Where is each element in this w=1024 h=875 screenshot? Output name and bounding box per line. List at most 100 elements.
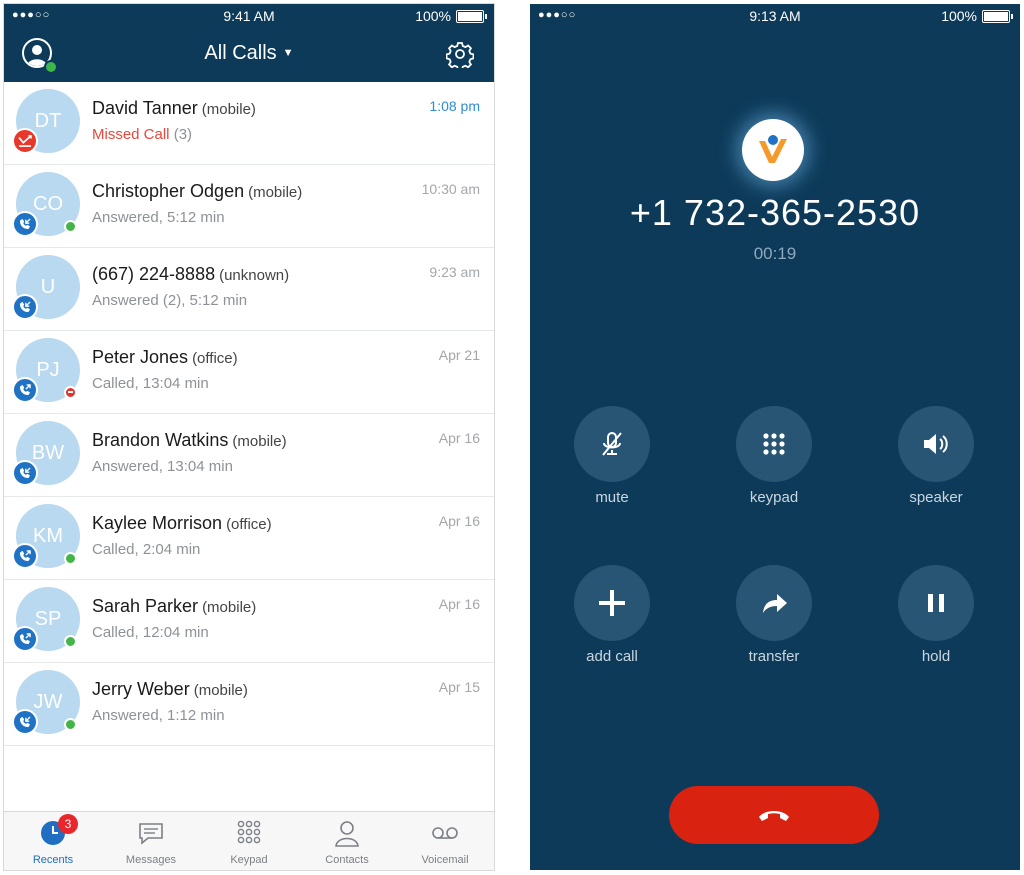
- speaker-button[interactable]: [898, 406, 974, 482]
- keypad-grid-icon: [237, 820, 261, 844]
- phone-type: (office): [192, 350, 238, 367]
- contact-name: Jerry Weber: [92, 679, 190, 699]
- unread-count-badge: 3: [58, 814, 78, 834]
- contact-name-line: (667) 224-8888 (unknown): [92, 264, 289, 285]
- outgoing-call-icon: [19, 550, 31, 562]
- keypad-grid-icon: [763, 433, 785, 455]
- battery-percent: 100%: [941, 8, 977, 24]
- vonage-logo-icon: [759, 135, 787, 163]
- call-detail: Missed Call: [92, 126, 170, 143]
- presence-busy-indicator: [64, 386, 77, 399]
- call-filter-dropdown[interactable]: All Calls ▼: [4, 42, 494, 65]
- phone-type: (mobile): [193, 682, 248, 699]
- presence-available-indicator: [64, 635, 77, 648]
- call-row[interactable]: SP Sarah Parker (mobile) Called, 12:04 min A…: [4, 580, 494, 663]
- add-call-label: add call: [586, 648, 638, 665]
- call-detail: Answered, 1:12 min: [92, 707, 225, 724]
- keypad-control: keypad: [719, 406, 829, 506]
- mute-control: mute: [557, 406, 667, 506]
- call-detail: Answered, 13:04 min: [92, 458, 233, 475]
- call-row[interactable]: JW Jerry Weber (mobile) Answered, 1:12 min A…: [4, 663, 494, 746]
- tab-label: Voicemail: [421, 854, 469, 866]
- tab-contacts[interactable]: Contacts: [298, 812, 396, 870]
- call-direction-badge: [12, 709, 38, 735]
- phone-type: (mobile): [232, 433, 287, 450]
- gear-icon[interactable]: [446, 40, 474, 68]
- missed-call-icon: [18, 135, 32, 147]
- end-call-button[interactable]: [669, 786, 879, 844]
- hang-up-phone-icon: [759, 811, 789, 821]
- call-row[interactable]: KM Kaylee Morrison (office) Called, 2:04 mi…: [4, 497, 494, 580]
- call-row[interactable]: PJ Peter Jones (office) Called, 13:04 min Ap…: [4, 331, 494, 414]
- call-row[interactable]: BW Brandon Watkins (mobile) Answered, 13:04…: [4, 414, 494, 497]
- hold-button[interactable]: [898, 565, 974, 641]
- caller-number: +1 732-365-2530: [629, 192, 921, 233]
- contact-name-line: Jerry Weber (mobile): [92, 679, 248, 700]
- contact-name: Sarah Parker: [92, 596, 199, 616]
- active-call-screen: ●●●○○ 9:13 AM 100% +1 732-365-2530 00:19…: [530, 4, 1020, 870]
- call-detail: Called, 2:04 min: [92, 541, 201, 558]
- call-history-list: DT David Tanner (mobile) Missed Call (3) 1:0…: [4, 82, 494, 746]
- battery-icon: [456, 9, 487, 23]
- chevron-down-icon: ▼: [282, 47, 294, 59]
- tab-recents[interactable]: 3 Recents: [4, 812, 102, 870]
- outgoing-call-icon: [19, 633, 31, 645]
- presence-available-indicator: [64, 552, 77, 565]
- mute-label: mute: [595, 489, 629, 506]
- keypad-label: keypad: [749, 489, 799, 506]
- contact-name: Peter Jones: [92, 347, 189, 367]
- contact-name-line: Sarah Parker (mobile): [92, 596, 256, 617]
- contact-name-line: David Tanner (mobile): [92, 98, 256, 119]
- contact-name: Christopher Odgen: [92, 181, 245, 201]
- call-direction-badge: [12, 294, 38, 320]
- call-detail-line: Answered, 13:04 min: [92, 458, 233, 475]
- call-row[interactable]: DT David Tanner (mobile) Missed Call (3) 1:0…: [4, 82, 494, 165]
- call-direction-badge: [12, 626, 38, 652]
- contacts-person-icon: [335, 821, 359, 847]
- call-direction-badge: [12, 128, 38, 154]
- tab-keypad[interactable]: Keypad: [200, 812, 298, 870]
- tab-label: Contacts: [325, 854, 369, 866]
- page-title: All Calls: [204, 42, 277, 64]
- tab-voicemail[interactable]: Voicemail: [396, 812, 494, 870]
- contact-name-line: Brandon Watkins (mobile): [92, 430, 287, 451]
- call-detail: Called, 12:04 min: [92, 624, 209, 641]
- call-row[interactable]: U (667) 224-8888 (unknown) Answered (2), 5:…: [4, 248, 494, 331]
- call-direction-badge: [12, 460, 38, 486]
- call-time: Apr 16: [438, 596, 480, 612]
- call-time: 9:23 am: [429, 264, 480, 280]
- mute-microphone-icon: [602, 432, 622, 456]
- speaker-icon: [924, 434, 948, 454]
- recents-screen: ●●●○○ 9:41 AM 100% All Calls ▼ DT David Ta…: [4, 4, 494, 870]
- battery-indicator: 100%: [415, 8, 487, 24]
- call-detail-line: Answered, 5:12 min: [92, 209, 225, 226]
- call-detail: Answered, 5:12 min: [92, 209, 225, 226]
- contact-name: Kaylee Morrison: [92, 513, 223, 533]
- tab-messages[interactable]: Messages: [102, 812, 200, 870]
- header-bar: All Calls ▼: [4, 28, 494, 82]
- contact-name-line: Kaylee Morrison (office): [92, 513, 272, 534]
- plus-icon: [599, 590, 625, 616]
- transfer-button[interactable]: [736, 565, 812, 641]
- hold-control: hold: [881, 565, 991, 665]
- call-direction-badge: [12, 377, 38, 403]
- keypad-button[interactable]: [736, 406, 812, 482]
- tab-bar: 3 Recents Messages Keypad Contacts Voicemail: [4, 811, 494, 870]
- add-call-button[interactable]: [574, 565, 650, 641]
- call-time: Apr 21: [438, 347, 480, 363]
- call-time: Apr 15: [438, 679, 480, 695]
- voicemail-icon: [432, 827, 458, 839]
- app-logo: [742, 119, 804, 181]
- mute-button[interactable]: [574, 406, 650, 482]
- call-duration: 00:19: [753, 244, 797, 263]
- hold-label: hold: [921, 648, 951, 665]
- phone-type: (mobile): [202, 599, 257, 616]
- transfer-label: transfer: [748, 648, 800, 665]
- contact-name-line: Christopher Odgen (mobile): [92, 181, 302, 202]
- call-detail-line: Called, 12:04 min: [92, 624, 209, 641]
- battery-indicator: 100%: [941, 8, 1013, 24]
- call-row[interactable]: CO Christopher Odgen (mobile) Answered, 5:1…: [4, 165, 494, 248]
- speaker-control: speaker: [881, 406, 991, 506]
- outgoing-call-icon: [19, 384, 31, 396]
- incoming-call-icon: [19, 716, 31, 728]
